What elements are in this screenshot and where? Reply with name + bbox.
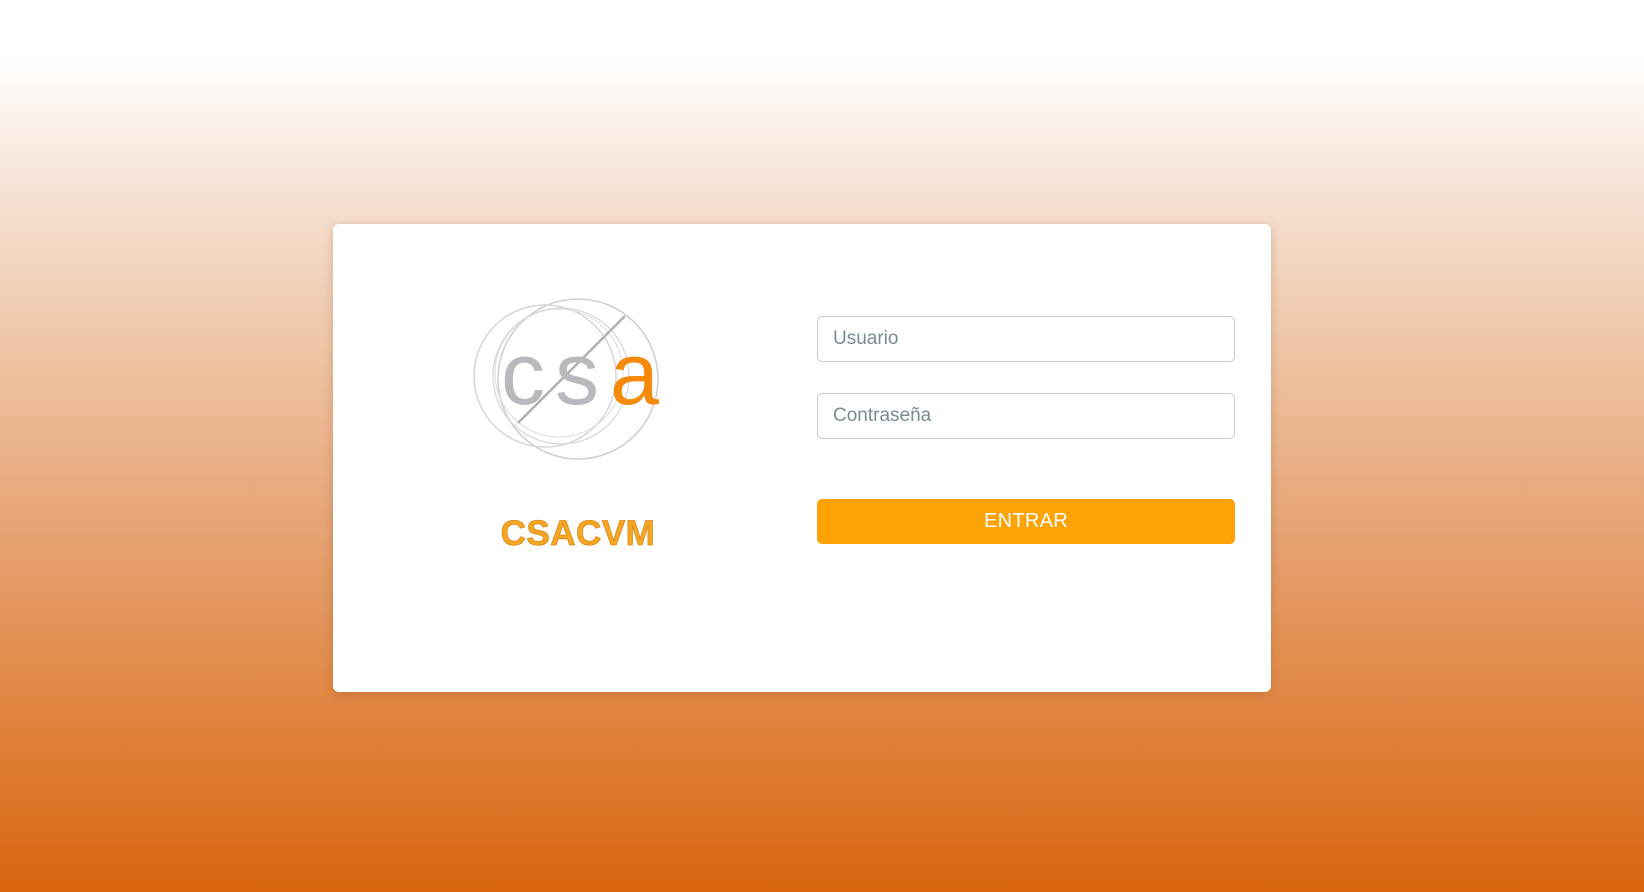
svg-text:s: s xyxy=(555,324,599,423)
logo-icon: c s a xyxy=(473,298,659,460)
svg-text:c: c xyxy=(501,324,545,423)
username-input[interactable] xyxy=(817,316,1235,362)
login-form: ENTRAR xyxy=(817,316,1235,544)
brand-name: CSACVM xyxy=(500,514,656,554)
login-button[interactable]: ENTRAR xyxy=(817,499,1235,544)
password-input[interactable] xyxy=(817,393,1235,439)
logo: c s a xyxy=(473,294,693,474)
svg-text:a: a xyxy=(610,324,659,423)
login-card: c s a CSACVM ENTRAR xyxy=(333,224,1271,692)
